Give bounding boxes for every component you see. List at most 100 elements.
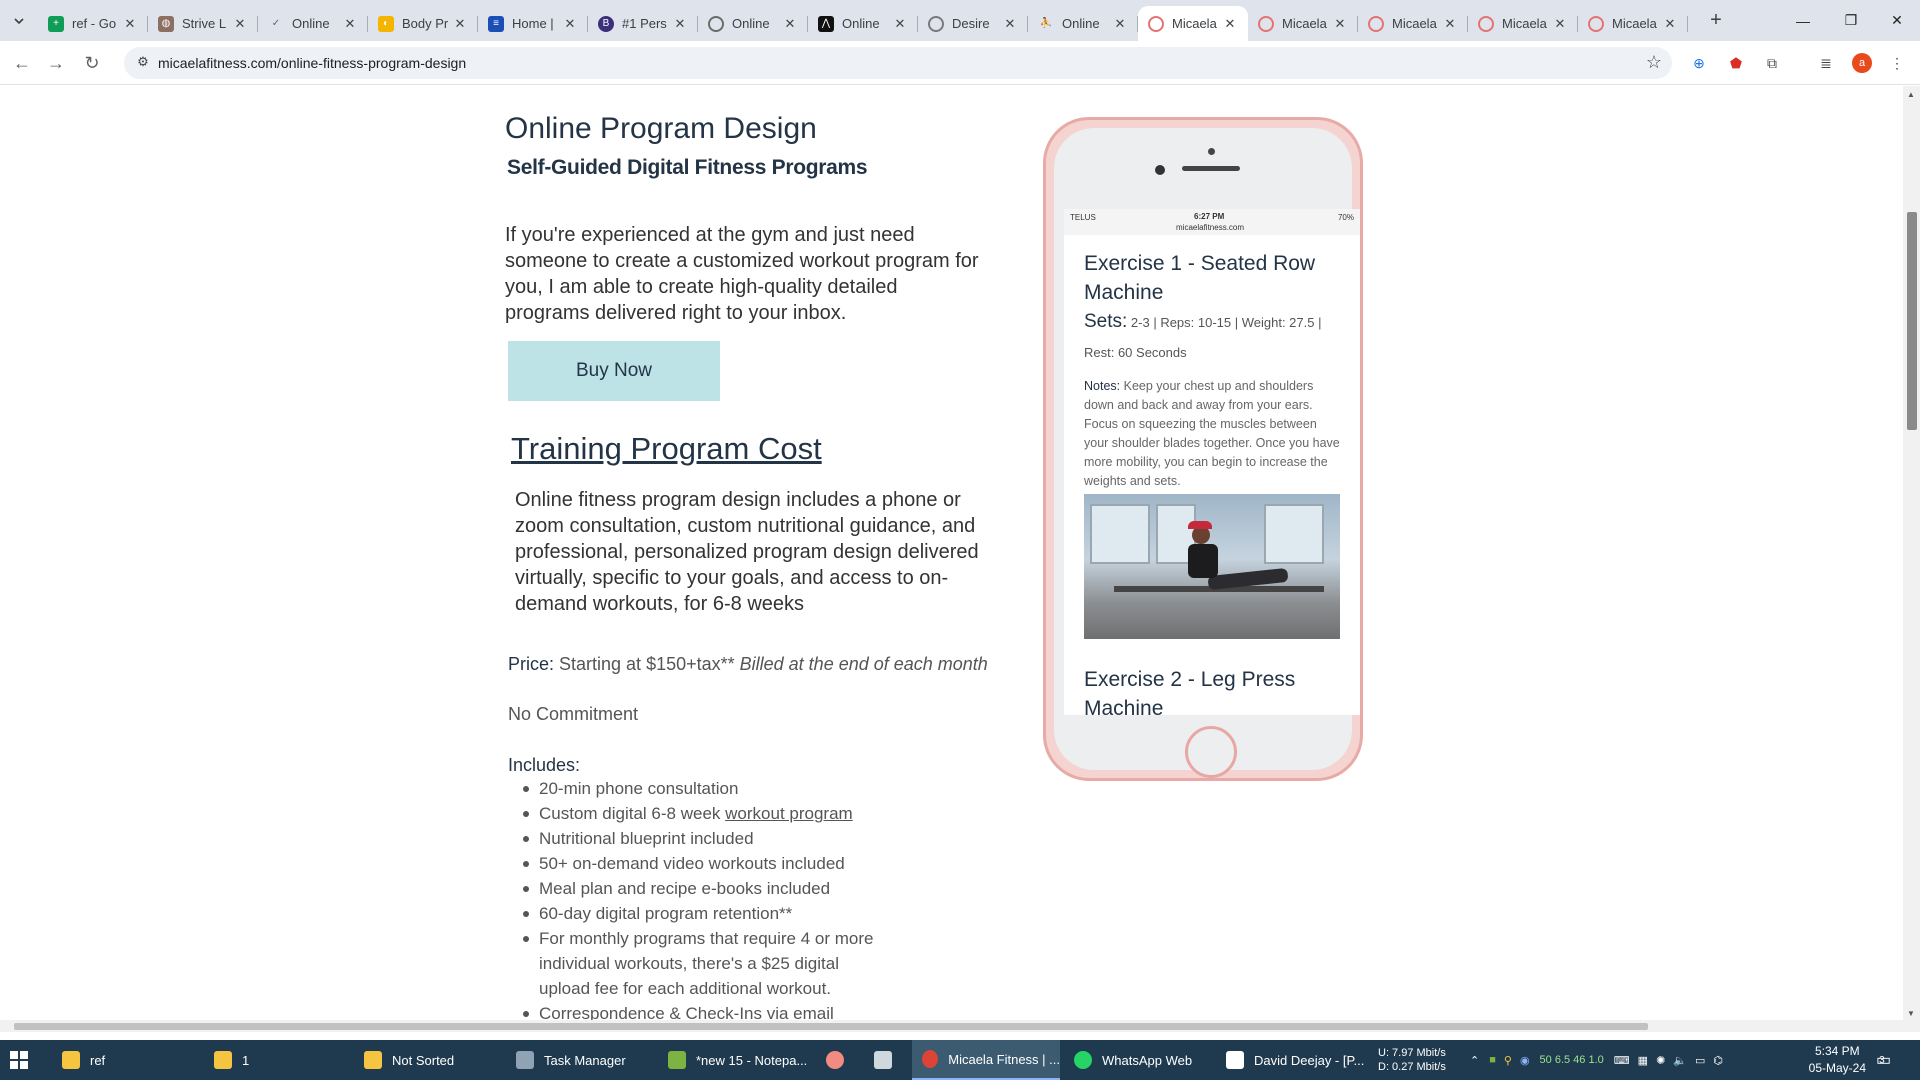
volume-icon[interactable]: 🔈 xyxy=(1673,1054,1687,1067)
close-icon[interactable]: ✕ xyxy=(1662,16,1678,32)
whatsapp-icon xyxy=(1074,1051,1092,1069)
tab-7[interactable]: ⋀ Online ✕ xyxy=(808,6,918,41)
net-down-text: D: 0.27 Mbit/s xyxy=(1378,1061,1446,1073)
tab-2[interactable]: ✓ Online ✕ xyxy=(258,6,368,41)
system-tray[interactable]: ⌃ ■ ⚲ ◉ 50 6.5 46 1.0 ⌨ ▦ ✺ 🔈 ▭ ⌬ xyxy=(1470,1040,1723,1080)
close-window-button[interactable]: ✕ xyxy=(1874,0,1920,41)
taskbar-label: David Deejay - [P... xyxy=(1254,1052,1365,1068)
tab-13[interactable]: Micaela ✕ xyxy=(1468,6,1578,41)
close-icon[interactable]: ✕ xyxy=(1002,16,1018,32)
close-icon[interactable]: ✕ xyxy=(1442,16,1458,32)
tab-4[interactable]: ≡ Home | ✕ xyxy=(478,6,588,41)
phone-home-button xyxy=(1185,726,1237,778)
phone-screen[interactable]: TELUS 6:27 PM 70% micaelafitness.com Exe… xyxy=(1064,209,1360,715)
system-clock[interactable]: 5:34 PM 05-May-24 xyxy=(1809,1043,1866,1077)
taskbar-item-notepad[interactable]: *new 15 - Notepa... xyxy=(668,1040,807,1080)
horizontal-scrollbar[interactable] xyxy=(0,1020,1920,1032)
close-icon[interactable]: ✕ xyxy=(342,16,358,32)
close-icon[interactable]: ✕ xyxy=(1222,16,1238,32)
extension-globe-icon[interactable]: ⊕ xyxy=(1687,51,1711,75)
windows-taskbar: ref 1 Not Sorted Task Manager *new 15 - … xyxy=(0,1040,1920,1080)
media-control-icon[interactable]: ≣ xyxy=(1814,51,1838,75)
scroll-down-icon[interactable]: ▼ xyxy=(1907,1009,1915,1018)
close-icon[interactable]: ✕ xyxy=(452,16,468,32)
tab-12[interactable]: Micaela ✕ xyxy=(1358,6,1468,41)
close-icon[interactable]: ✕ xyxy=(892,16,908,32)
site-settings-icon[interactable]: ⚙ xyxy=(134,54,152,72)
list-item: Nutritional blueprint included xyxy=(523,826,923,851)
chevron-up-icon[interactable]: ⌃ xyxy=(1470,1054,1479,1067)
search-icon[interactable]: ⚲ xyxy=(1504,1054,1512,1067)
tab-10-active[interactable]: Micaela ✕ xyxy=(1138,6,1248,41)
close-icon[interactable]: ✕ xyxy=(232,16,248,32)
back-button[interactable]: ← xyxy=(8,49,36,77)
extensions-puzzle-icon[interactable]: ⧉ xyxy=(1760,51,1784,75)
tab-9[interactable]: ⛹ Online ✕ xyxy=(1028,6,1138,41)
tab-6[interactable]: Online ✕ xyxy=(698,6,808,41)
taskbar-item-david-deejay[interactable]: David Deejay - [P... xyxy=(1226,1040,1364,1080)
reload-button[interactable]: ↻ xyxy=(78,49,106,77)
profile-avatar[interactable]: a xyxy=(1850,51,1874,75)
close-icon[interactable]: ✕ xyxy=(122,16,138,32)
battery-icon[interactable]: ▭ xyxy=(1695,1054,1705,1067)
tab-1[interactable]: ◍ Strive L ✕ xyxy=(148,6,258,41)
tab-11[interactable]: Micaela ✕ xyxy=(1248,6,1358,41)
wolf-icon xyxy=(1226,1051,1244,1069)
new-tab-button[interactable]: + xyxy=(1702,8,1730,34)
tab-title: Online xyxy=(292,16,330,31)
extension-shield-icon[interactable]: ⬟ xyxy=(1724,51,1748,75)
tab-8[interactable]: Desire ✕ xyxy=(918,6,1028,41)
tab-14[interactable]: Micaela ✕ xyxy=(1578,6,1688,41)
taskbar-item-app[interactable] xyxy=(826,1040,854,1080)
notifications-button[interactable]: ▭ 3 xyxy=(1876,1040,1891,1080)
tab-0[interactable]: + ref - Go ✕ xyxy=(38,6,148,41)
close-icon[interactable]: ✕ xyxy=(1112,16,1128,32)
tray-stats: 50 6.5 46 1.0 xyxy=(1539,1054,1604,1066)
restore-button[interactable]: ❐ xyxy=(1828,0,1874,41)
close-icon[interactable]: ✕ xyxy=(1552,16,1568,32)
taskbar-item-document[interactable] xyxy=(874,1040,902,1080)
taskbar-item-whatsapp[interactable]: WhatsApp Web xyxy=(1074,1040,1192,1080)
task-manager-icon xyxy=(516,1051,534,1069)
close-icon[interactable]: ✕ xyxy=(782,16,798,32)
brightness-icon[interactable]: ✺ xyxy=(1656,1054,1665,1067)
start-button[interactable] xyxy=(10,1040,40,1080)
tab-search-button[interactable] xyxy=(6,8,32,34)
desire-icon xyxy=(928,15,944,32)
arrow-left-icon: ← xyxy=(13,52,31,73)
kebab-menu-icon[interactable]: ⋮ xyxy=(1885,51,1909,75)
workout-program-link[interactable]: workout program xyxy=(725,804,853,823)
keyboard-icon[interactable]: ⌨ xyxy=(1614,1054,1630,1067)
tray-globe-icon[interactable]: ◉ xyxy=(1520,1054,1530,1067)
close-icon[interactable]: ✕ xyxy=(672,16,688,32)
bookmark-star-icon[interactable]: ☆ xyxy=(1646,52,1662,73)
address-bar[interactable]: ⚙ micaelafitness.com/online-fitness-prog… xyxy=(124,47,1672,79)
close-icon[interactable]: ✕ xyxy=(562,16,578,32)
scrollbar-thumb[interactable] xyxy=(14,1023,1648,1030)
clock-time: 5:34 PM xyxy=(1814,1044,1860,1058)
buy-now-button[interactable]: Buy Now xyxy=(508,341,720,401)
minimize-button[interactable]: — xyxy=(1780,0,1826,41)
tab-list: + ref - Go ✕ ◍ Strive L ✕ ✓ Online ✕ ◐ Body Pr ✕… xyxy=(38,6,1688,41)
taskbar-item-ref[interactable]: ref xyxy=(62,1040,105,1080)
tab-title: Micaela xyxy=(1392,16,1437,31)
taskbar-item-task-manager[interactable]: Task Manager xyxy=(516,1040,626,1080)
taskbar-item-not-sorted[interactable]: Not Sorted xyxy=(364,1040,454,1080)
calendar-icon[interactable]: ▦ xyxy=(1638,1054,1648,1067)
scroll-up-icon[interactable]: ▲ xyxy=(1907,90,1915,99)
tab-title: Micaela xyxy=(1612,16,1657,31)
windows-logo-icon xyxy=(10,1051,28,1069)
forward-button[interactable]: → xyxy=(42,49,70,77)
tray-app-icon[interactable]: ■ xyxy=(1489,1054,1496,1066)
network-icon[interactable]: ⌬ xyxy=(1713,1054,1723,1067)
vertical-scrollbar[interactable]: ▲ ▼ xyxy=(1903,86,1920,1020)
tab-3[interactable]: ◐ Body Pr ✕ xyxy=(368,6,478,41)
training-cost-heading[interactable]: Training Program Cost xyxy=(511,431,822,467)
tab-5[interactable]: B #1 Pers ✕ xyxy=(588,6,698,41)
scrollbar-thumb[interactable] xyxy=(1907,212,1917,430)
url-text[interactable]: micaelafitness.com/online-fitness-progra… xyxy=(158,55,466,71)
close-icon[interactable]: ✕ xyxy=(1332,16,1348,32)
avatar: a xyxy=(1852,53,1872,73)
taskbar-item-chrome[interactable]: Micaela Fitness | ... xyxy=(912,1040,1060,1080)
taskbar-item-1[interactable]: 1 xyxy=(214,1040,249,1080)
